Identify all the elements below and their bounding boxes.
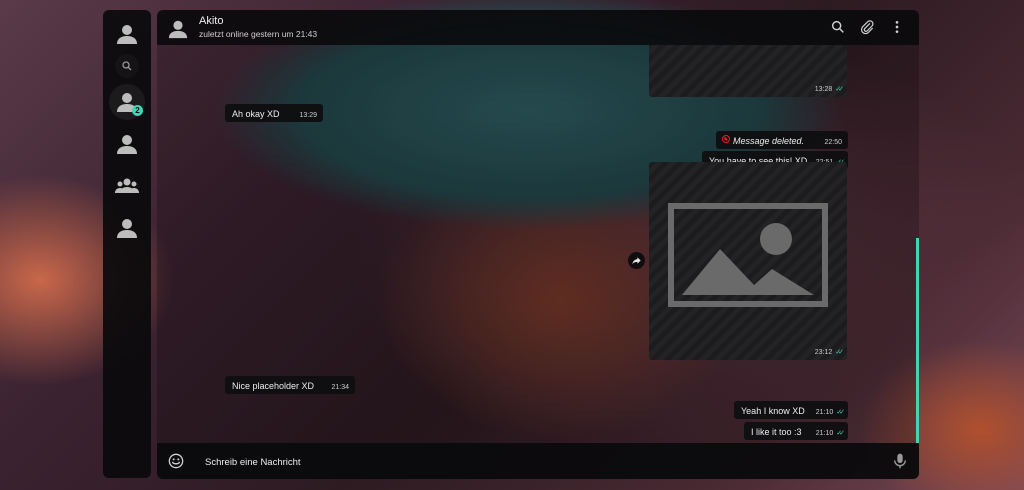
message-text: Message deleted.	[733, 136, 805, 146]
read-receipt-icon: ✓✓	[836, 409, 845, 416]
microphone-icon[interactable]	[893, 453, 907, 469]
chat-item-1[interactable]: 2	[109, 84, 145, 120]
group-icon	[115, 178, 139, 193]
chat-header: Akito zuletzt online gestern um 21:43	[157, 10, 919, 45]
deleted-message[interactable]: Message deleted. 22:50	[716, 131, 848, 149]
incoming-message[interactable]: Nice placeholder XD 21:34	[225, 376, 355, 394]
outgoing-message[interactable]: Yeah I know XD 21:10 ✓✓	[734, 401, 848, 419]
unread-badge: 2	[132, 105, 143, 116]
message-composer	[157, 443, 919, 479]
deleted-icon	[722, 135, 730, 143]
image-message[interactable]: 13:28 ✓✓	[649, 45, 847, 97]
contact-name[interactable]: Akito	[199, 15, 223, 27]
message-input[interactable]	[203, 451, 887, 473]
chat-list-sidebar: 2	[103, 10, 151, 478]
person-icon	[117, 219, 137, 238]
attach-icon[interactable]	[859, 19, 875, 35]
profile-avatar-button[interactable]	[109, 16, 145, 52]
person-icon	[117, 25, 137, 44]
outgoing-message[interactable]: I like it too :3 21:10 ✓✓	[744, 422, 848, 440]
read-receipt-icon: ✓✓	[836, 430, 845, 437]
last-seen-status: zuletzt online gestern um 21:43	[199, 29, 318, 39]
message-text: I like it too :3	[751, 427, 802, 437]
chat-window: Akito zuletzt online gestern um 21:43 13…	[157, 10, 919, 479]
message-text: Yeah I know XD	[741, 406, 805, 416]
message-time: 23:12 ✓✓	[814, 349, 844, 356]
image-placeholder-icon	[668, 203, 828, 307]
message-text: Nice placeholder XD	[232, 381, 315, 391]
message-time: 21:10 ✓✓	[815, 409, 845, 416]
contact-avatar[interactable]	[167, 18, 189, 40]
message-time: 13:29	[299, 112, 317, 119]
message-time: 21:10 ✓✓	[815, 430, 845, 437]
person-icon	[117, 135, 137, 154]
message-time: 21:34	[331, 384, 349, 391]
message-time: 13:28 ✓✓	[814, 86, 844, 93]
read-receipt-icon: ✓✓	[835, 349, 844, 356]
message-time: 22:50	[824, 139, 842, 146]
read-receipt-icon: ✓✓	[835, 86, 844, 93]
message-area[interactable]: 13:28 ✓✓ Ah okay XD 13:29 Message deleted…	[157, 45, 919, 443]
chat-item-3[interactable]	[109, 210, 145, 246]
forward-icon	[632, 257, 641, 265]
emoji-icon[interactable]	[168, 453, 184, 469]
forward-button[interactable]	[628, 252, 645, 269]
more-options-icon[interactable]	[889, 19, 905, 35]
search-icon	[122, 61, 132, 71]
chat-scrollbar[interactable]	[916, 238, 919, 443]
chat-item-2[interactable]	[109, 126, 145, 162]
image-message[interactable]: 23:12 ✓✓	[649, 162, 847, 360]
message-text: Ah okay XD	[232, 109, 280, 119]
chat-item-group[interactable]	[109, 168, 145, 204]
search-icon[interactable]	[830, 19, 846, 35]
search-button[interactable]	[115, 54, 139, 78]
incoming-message[interactable]: Ah okay XD 13:29	[225, 104, 323, 122]
